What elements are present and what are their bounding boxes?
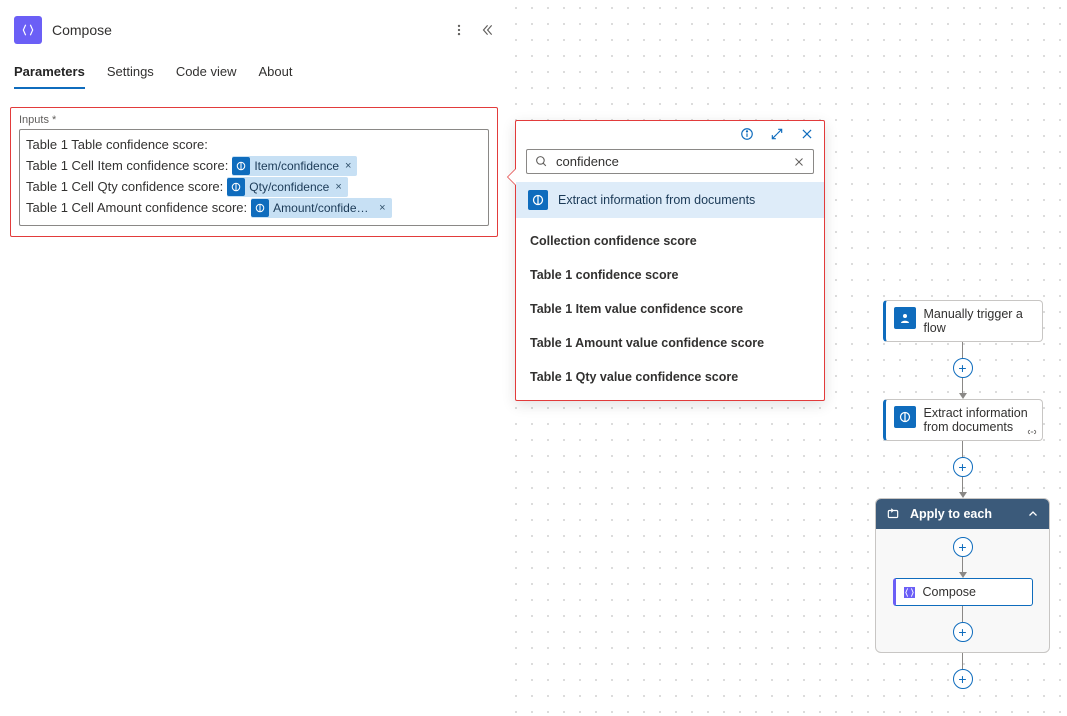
add-step-button[interactable]: + — [953, 669, 973, 689]
input-line: Table 1 Cell Amount confidence score: Am… — [26, 198, 482, 218]
inputs-textarea[interactable]: Table 1 Table confidence score: Table 1 … — [19, 129, 489, 226]
more-icon[interactable] — [452, 23, 466, 37]
loop-icon — [886, 507, 900, 521]
add-step-button[interactable]: + — [953, 457, 973, 477]
input-text: Table 1 Table confidence score: — [26, 135, 208, 155]
picker-search[interactable] — [526, 149, 814, 174]
add-step-button[interactable]: + — [953, 358, 973, 378]
source-icon — [528, 190, 548, 210]
inputs-section: Inputs * Table 1 Table confidence score:… — [10, 107, 498, 237]
picker-item[interactable]: Table 1 Amount value confidence score — [516, 326, 824, 360]
collapse-icon[interactable] — [480, 23, 494, 37]
token-remove-icon[interactable]: × — [333, 177, 343, 197]
add-step-button[interactable]: + — [953, 622, 973, 642]
picker-source-label: Extract information from documents — [558, 193, 755, 207]
close-icon[interactable] — [800, 127, 814, 141]
input-text: Table 1 Cell Item confidence score: — [26, 156, 228, 176]
tab-about[interactable]: About — [259, 64, 293, 89]
tab-parameters[interactable]: Parameters — [14, 64, 85, 89]
token-remove-icon[interactable]: × — [377, 198, 387, 218]
search-input[interactable] — [556, 154, 785, 169]
input-text: Table 1 Cell Amount confidence score: — [26, 198, 247, 218]
panel-tabs: Parameters Settings Code view About — [8, 56, 500, 89]
token-icon — [251, 199, 269, 217]
clear-search-icon[interactable] — [793, 156, 805, 168]
picker-item[interactable]: Collection confidence score — [516, 224, 824, 258]
search-icon — [535, 155, 548, 168]
node-label: Manually trigger a flow — [924, 307, 1034, 335]
node-label: Compose — [923, 585, 977, 599]
token-remove-icon[interactable]: × — [343, 156, 353, 176]
document-ai-icon — [894, 406, 916, 428]
expand-icon[interactable] — [770, 127, 784, 141]
picker-item[interactable]: Table 1 Qty value confidence score — [516, 360, 824, 394]
panel-header: Compose — [8, 0, 500, 56]
apply-header[interactable]: Apply to each — [876, 499, 1049, 529]
token-label: Qty/confidence — [249, 177, 329, 197]
panel-title: Compose — [52, 22, 442, 38]
flow-node-trigger[interactable]: Manually trigger a flow — [883, 300, 1043, 342]
add-step-button[interactable]: + — [953, 537, 973, 557]
apply-label: Apply to each — [910, 507, 992, 521]
input-line: Table 1 Cell Qty confidence score: Qty/c… — [26, 177, 482, 197]
node-label: Extract information from documents — [924, 406, 1034, 434]
flow-node-extract[interactable]: Extract information from documents — [883, 399, 1043, 441]
compose-icon — [14, 16, 42, 44]
tab-settings[interactable]: Settings — [107, 64, 154, 89]
dynamic-token[interactable]: Amount/confiden... × — [251, 198, 391, 218]
dynamic-content-picker: Extract information from documents Colle… — [515, 120, 825, 401]
picker-item[interactable]: Table 1 confidence score — [516, 258, 824, 292]
dynamic-token[interactable]: Qty/confidence × — [227, 177, 347, 197]
flow-node-compose[interactable]: Compose — [893, 578, 1033, 606]
picker-list: Collection confidence score Table 1 conf… — [516, 218, 824, 400]
token-label: Amount/confiden... — [273, 198, 373, 218]
flow-node-apply-to-each[interactable]: Apply to each + Compose + — [875, 498, 1050, 653]
token-icon — [227, 178, 245, 196]
picker-item[interactable]: Table 1 Item value confidence score — [516, 292, 824, 326]
dynamic-token[interactable]: Item/confidence × — [232, 156, 357, 176]
compose-icon — [904, 587, 915, 598]
input-line: Table 1 Table confidence score: — [26, 135, 482, 155]
input-text: Table 1 Cell Qty confidence score: — [26, 177, 223, 197]
inputs-label: Inputs * — [19, 114, 489, 126]
compose-panel: Compose Parameters Settings Code view Ab… — [0, 0, 508, 237]
tab-code-view[interactable]: Code view — [176, 64, 237, 89]
input-line: Table 1 Cell Item confidence score: Item… — [26, 156, 482, 176]
picker-header — [516, 121, 824, 145]
link-badge-icon — [1026, 427, 1038, 437]
token-icon — [232, 157, 250, 175]
picker-arrow — [508, 169, 516, 185]
info-icon[interactable] — [740, 127, 754, 141]
token-label: Item/confidence — [254, 156, 339, 176]
person-icon — [894, 307, 916, 329]
picker-source-header[interactable]: Extract information from documents — [516, 182, 824, 218]
chevron-up-icon[interactable] — [1027, 508, 1039, 520]
flow-graph: Manually trigger a flow + Extract inform… — [870, 300, 1055, 689]
